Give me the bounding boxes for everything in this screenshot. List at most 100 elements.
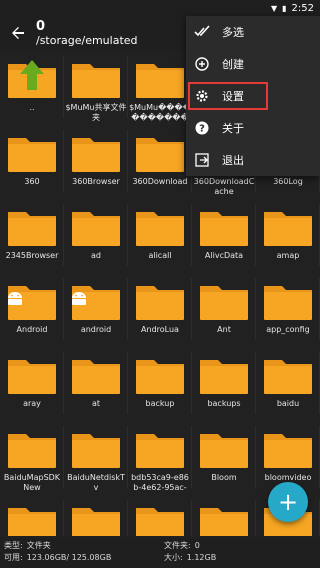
create-icon xyxy=(194,56,210,72)
folder-label: baidu xyxy=(276,399,300,408)
folder-item[interactable]: $MuMu�������������� xyxy=(128,50,192,124)
android-folder-icon xyxy=(70,280,122,322)
folder-label: AlivcData xyxy=(204,251,244,260)
folder-label: AndroLua xyxy=(141,325,179,334)
folder-item[interactable] xyxy=(128,494,192,536)
type-label: 类型: xyxy=(4,541,23,550)
folder-icon xyxy=(6,354,58,396)
folder-item[interactable]: 2345Browser xyxy=(0,198,64,272)
folder-label: amap xyxy=(276,251,300,260)
folder-item[interactable] xyxy=(0,494,64,536)
folder-label: android xyxy=(80,325,112,334)
folder-item[interactable]: ad xyxy=(64,198,128,272)
folder-icon xyxy=(134,502,186,536)
folder-icon xyxy=(70,132,122,174)
battery-icon: ▮ xyxy=(282,3,287,13)
folder-item[interactable]: app_config xyxy=(256,272,320,346)
status-time: 2:52 xyxy=(291,2,314,14)
folder-item[interactable]: AndroLua xyxy=(128,272,192,346)
menu-label: 多选 xyxy=(222,26,244,39)
folder-item[interactable]: aray xyxy=(0,346,64,420)
menu-label: 关于 xyxy=(222,122,244,135)
menu-item-create[interactable]: 创建 xyxy=(186,48,320,80)
folder-label: 360Log xyxy=(273,177,303,186)
folder-item[interactable]: android xyxy=(64,272,128,346)
folder-item[interactable]: bdb53ca9-e86b-4e62-95ac- xyxy=(128,420,192,494)
folder-item[interactable]: 360Download xyxy=(128,124,192,198)
folder-label: Bloom xyxy=(211,473,237,482)
status-bar: ▼ ▮ 2:52 xyxy=(0,0,320,16)
folder-icon xyxy=(262,280,314,322)
settings-icon xyxy=(194,88,210,104)
current-path: /storage/emulated xyxy=(36,34,138,47)
size-label: 大小: xyxy=(164,553,183,562)
folder-item[interactable]: at xyxy=(64,346,128,420)
folder-label: backup xyxy=(145,399,175,408)
folder-icon xyxy=(134,280,186,322)
folder-item[interactable]: BaiduNetdiskTv xyxy=(64,420,128,494)
menu-item-settings[interactable]: 设置 xyxy=(186,80,320,112)
folder-item[interactable]: AlivcData xyxy=(192,198,256,272)
storage-footer: 类型: 文件夹 文件夹: 0 可用: 123.06GB/ 125.08GB 大小… xyxy=(0,538,320,568)
folder-item[interactable]: Ant xyxy=(192,272,256,346)
type-value: 文件夹 xyxy=(26,541,51,550)
folder-label: .. xyxy=(29,103,35,112)
folder-item[interactable]: baidu xyxy=(256,346,320,420)
folder-label: 2345Browser xyxy=(5,251,59,260)
folder-icon xyxy=(70,428,122,470)
folder-item[interactable]: BaiduMapSDKNew xyxy=(0,420,64,494)
folder-label: backups xyxy=(207,399,241,408)
folder-item[interactable]: Android xyxy=(0,272,64,346)
folder-icon xyxy=(134,58,186,100)
folder-label: BaiduNetdiskTv xyxy=(67,473,125,492)
folder-icon xyxy=(6,206,58,248)
folder-icon xyxy=(198,428,250,470)
folder-item[interactable]: alicall xyxy=(128,198,192,272)
folder-item[interactable]: backups xyxy=(192,346,256,420)
folder-icon xyxy=(70,58,122,100)
multi-select-icon xyxy=(194,24,210,40)
folders-value: 0 xyxy=(194,541,200,550)
overflow-menu: 多选 创建 设置 ? 关于 退出 xyxy=(186,16,320,176)
menu-label: 创建 xyxy=(222,58,244,71)
menu-item-multi-select[interactable]: 多选 xyxy=(186,16,320,48)
folder-item[interactable]: 360 xyxy=(0,124,64,198)
folder-item[interactable] xyxy=(192,494,256,536)
folder-icon xyxy=(198,206,250,248)
folder-icon xyxy=(262,206,314,248)
folders-label: 文件夹: xyxy=(164,541,191,550)
folder-icon xyxy=(6,132,58,174)
exit-icon xyxy=(194,152,210,168)
parent-folder-icon xyxy=(6,58,58,100)
folder-icon xyxy=(6,428,58,470)
add-fab-button[interactable]: + xyxy=(268,482,308,522)
menu-label: 退出 xyxy=(222,154,244,167)
folder-item[interactable]: amap xyxy=(256,198,320,272)
available-label: 可用: xyxy=(4,553,23,562)
folder-item[interactable]: .. xyxy=(0,50,64,124)
plus-icon: + xyxy=(277,488,299,516)
folder-item[interactable]: $MuMu共享文件夹 xyxy=(64,50,128,124)
help-icon: ? xyxy=(194,120,210,136)
menu-item-about[interactable]: ? 关于 xyxy=(186,112,320,144)
folder-label: alicall xyxy=(148,251,172,260)
folder-item[interactable]: Bloom xyxy=(192,420,256,494)
folder-item[interactable]: backup xyxy=(128,346,192,420)
menu-label: 设置 xyxy=(222,90,244,103)
folder-icon xyxy=(134,354,186,396)
folder-icon xyxy=(70,206,122,248)
folder-icon xyxy=(198,354,250,396)
signal-icon: ▼ xyxy=(270,3,278,13)
folder-label: 360Download xyxy=(132,177,188,186)
folder-label: at xyxy=(91,399,101,408)
folder-icon xyxy=(134,206,186,248)
folder-item[interactable]: 360Browser xyxy=(64,124,128,198)
back-arrow-icon[interactable] xyxy=(0,16,36,50)
folder-label: 360DownloadCache xyxy=(193,177,255,196)
folder-icon xyxy=(198,502,250,536)
folder-item[interactable] xyxy=(64,494,128,536)
available-value: 123.06GB/ 125.08GB xyxy=(26,553,112,562)
folder-label: 360Browser xyxy=(72,177,120,186)
menu-item-exit[interactable]: 退出 xyxy=(186,144,320,176)
folder-label: $MuMu共享文件夹 xyxy=(65,103,127,122)
